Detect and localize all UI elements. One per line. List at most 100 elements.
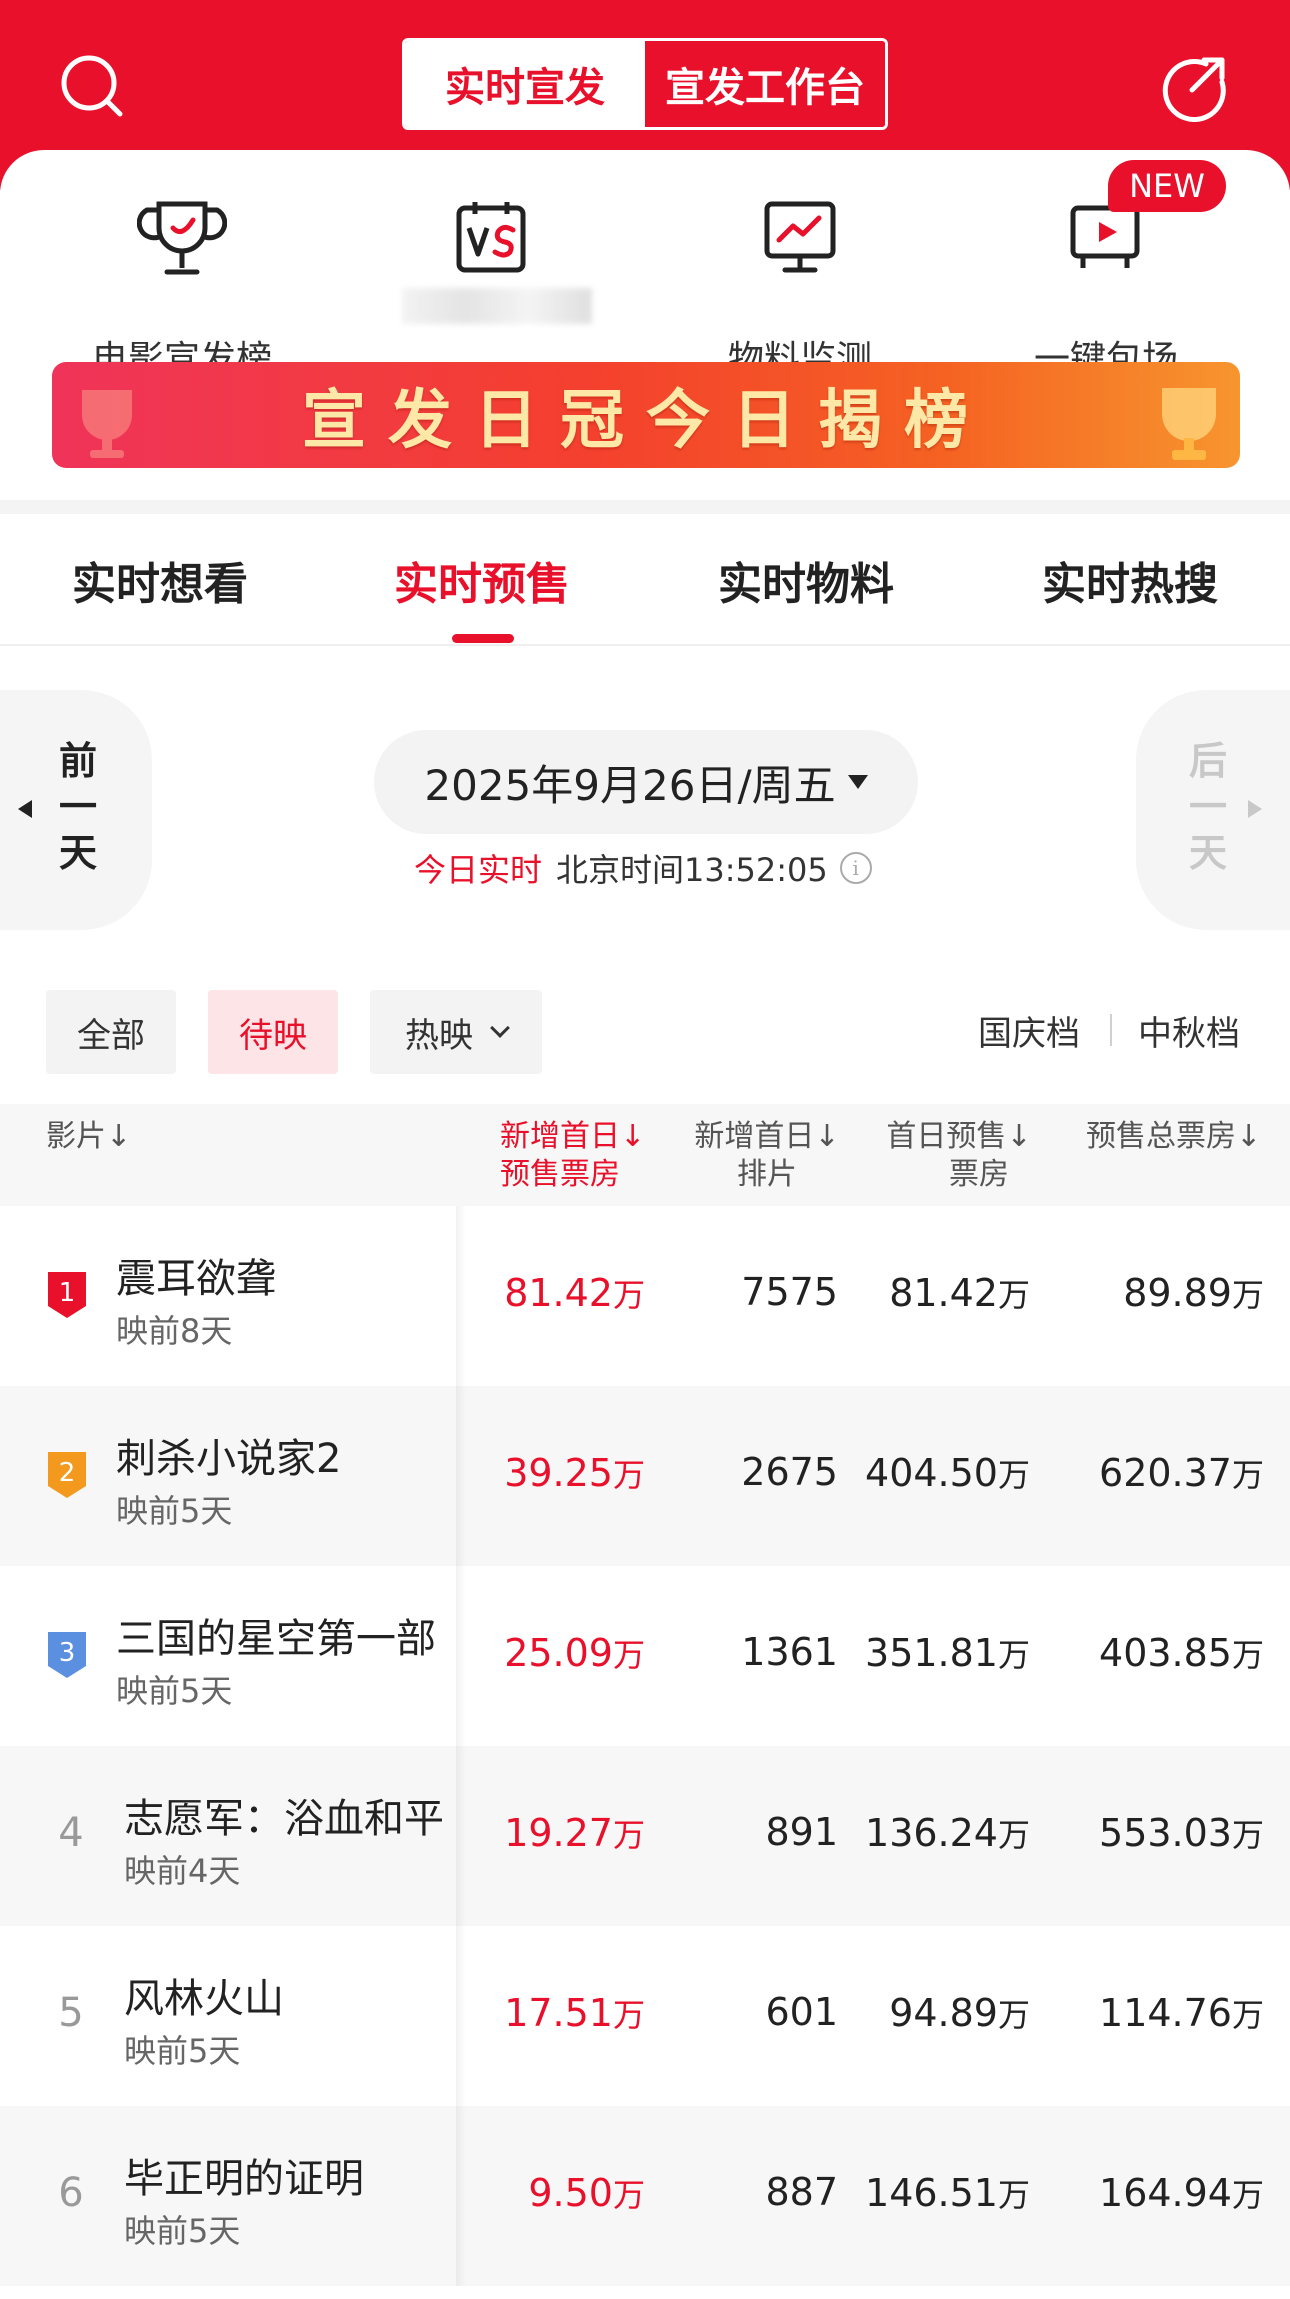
table-row[interactable]: 6 毕正明的证明 映前5天 9.50万 887 146.51万 164.94万 <box>0 2106 1290 2286</box>
prev-day-label: 前 一 天 <box>52 738 104 876</box>
filter-showing-label: 热映 <box>405 1015 473 1056</box>
header-first-day-presale[interactable]: 首日预售↓ 票房 <box>884 1118 1034 1194</box>
quick-entry-book-screening[interactable]: 一键包场 <box>976 198 1236 380</box>
cell-unit: 万 <box>1231 1456 1264 1494</box>
search-icon[interactable] <box>58 52 128 122</box>
mode-switch: 实时宣发 宣发工作台 <box>402 38 888 130</box>
cell-new-presale: 25.09万 <box>504 1630 645 1676</box>
header-new-presale[interactable]: 新增首日↓ 预售票房 <box>500 1118 645 1194</box>
header-line: 新增首日↓ <box>500 1119 646 1154</box>
trend-monitor-icon <box>755 198 845 278</box>
cell-screenings: 7575 <box>741 1270 838 1314</box>
cell-unit: 万 <box>997 1276 1030 1314</box>
cell-unit: 万 <box>997 1816 1030 1854</box>
svg-text:3: 3 <box>59 1638 76 1668</box>
cell-total: 403.85万 <box>1099 1630 1264 1676</box>
cell-total: 114.76万 <box>1099 1990 1264 2036</box>
cell-first-day: 404.50万 <box>865 1450 1030 1496</box>
left-arrow-icon <box>18 800 32 818</box>
film-title[interactable]: 志愿军：浴血和平 <box>124 1786 444 1844</box>
tab-bar-border <box>0 644 1290 646</box>
cell-unit: 万 <box>612 1276 645 1314</box>
days-before-release: 映前5天 <box>116 1492 233 1530</box>
film-title[interactable]: 毕正明的证明 <box>124 2146 364 2204</box>
info-icon[interactable]: i <box>839 852 872 884</box>
cell-first-day: 81.42万 <box>889 1270 1030 1316</box>
filter-upcoming[interactable]: 待映 <box>208 990 338 1074</box>
season-national-day[interactable]: 国庆档 <box>978 1006 1080 1055</box>
quick-entry-material-monitor[interactable]: 物料监测 <box>670 198 930 380</box>
film-title[interactable]: 震耳欲聋 <box>116 1246 276 1304</box>
filter-showing-dropdown[interactable]: 热映 <box>370 990 542 1074</box>
prev-day-char: 天 <box>58 831 97 875</box>
season-mid-autumn[interactable]: 中秋档 <box>1138 1006 1240 1055</box>
cell-unit: 万 <box>997 1996 1030 2034</box>
table-row[interactable]: 2 刺杀小说家2 映前5天 39.25万 2675 404.50万 620.37万 <box>0 1386 1290 1566</box>
cell-new-presale: 9.50万 <box>528 2170 645 2216</box>
rank-number: 5 <box>58 1990 84 2036</box>
right-arrow-icon <box>1248 800 1262 818</box>
cell-unit: 万 <box>1231 1996 1264 2034</box>
cell-first-day: 351.81万 <box>865 1630 1030 1676</box>
mode-tab-workbench[interactable]: 宣发工作台 <box>645 41 885 127</box>
next-day-button[interactable]: 后 一 天 <box>1136 690 1290 930</box>
tab-realtime-material[interactable]: 实时物料 <box>686 548 926 610</box>
header-line: 预售票房 <box>500 1157 620 1192</box>
share-icon[interactable] <box>1160 52 1230 122</box>
header-new-screenings[interactable]: 新增首日↓ 排片 <box>692 1118 842 1194</box>
column-shadow <box>456 1746 466 1926</box>
cell-value: 887 <box>765 2170 838 2214</box>
prev-day-char: 前 <box>58 739 97 783</box>
quick-entry-film-rank[interactable]: 电影宣发榜 <box>52 198 312 380</box>
header-line: 首日预售↓ <box>886 1119 1032 1154</box>
realtime-status: 今日实时 北京时间13:52:05 i <box>414 848 872 889</box>
rank-number: 6 <box>58 2170 84 2216</box>
tab-realtime-hotsearch[interactable]: 实时热搜 <box>1010 548 1250 610</box>
cell-first-day: 94.89万 <box>889 1990 1030 2036</box>
table-row[interactable]: 5 风林火山 映前5天 17.51万 601 94.89万 114.76万 <box>0 1926 1290 2106</box>
film-title[interactable]: 风林火山 <box>124 1966 284 2024</box>
days-before-release: 映前8天 <box>116 1312 233 1350</box>
cell-total: 553.03万 <box>1099 1810 1264 1856</box>
cell-unit: 万 <box>1231 1816 1264 1854</box>
promo-banner[interactable]: 宣发日冠今日揭榜 <box>52 362 1240 468</box>
filter-all[interactable]: 全部 <box>46 990 176 1074</box>
season-divider <box>1110 1014 1112 1046</box>
tab-realtime-want[interactable]: 实时想看 <box>40 548 280 610</box>
chevron-down-icon <box>490 1018 510 1038</box>
vs-icon <box>447 198 537 278</box>
cell-total: 164.94万 <box>1099 2170 1264 2216</box>
trophy-icon <box>136 198 228 278</box>
header-total-presale[interactable]: 预售总票房↓ <box>1086 1118 1261 1156</box>
blurred-label <box>402 288 592 324</box>
realtime-label: 今日实时 <box>414 851 543 889</box>
film-title[interactable]: 刺杀小说家2 <box>116 1426 341 1484</box>
rank-badge-icon: 1 <box>44 1268 90 1322</box>
new-badge: NEW <box>1108 160 1226 212</box>
days-before-release: 映前5天 <box>116 1672 233 1710</box>
cell-value: 164.94 <box>1099 2171 1232 2215</box>
cell-screenings: 887 <box>765 2170 838 2214</box>
table-row[interactable]: 4 志愿军：浴血和平 映前4天 19.27万 891 136.24万 553.03万 <box>0 1746 1290 1926</box>
header-line: 新增首日↓ <box>694 1119 840 1154</box>
cell-value: 403.85 <box>1099 1631 1232 1675</box>
cell-value: 81.42 <box>889 1271 998 1315</box>
cell-screenings: 2675 <box>741 1450 838 1494</box>
cell-unit: 万 <box>1231 1276 1264 1314</box>
film-title[interactable]: 三国的星空第一部 <box>116 1606 436 1664</box>
tab-realtime-presale[interactable]: 实时预售 <box>362 548 602 610</box>
prev-day-button[interactable]: 前 一 天 <box>0 690 152 930</box>
cell-new-presale: 19.27万 <box>504 1810 645 1856</box>
svg-text:2: 2 <box>59 1458 76 1488</box>
header-film[interactable]: 影片↓ <box>46 1118 131 1156</box>
next-day-char: 一 <box>1188 785 1227 829</box>
cell-value: 404.50 <box>865 1451 998 1495</box>
mode-tab-realtime[interactable]: 实时宣发 <box>405 41 645 127</box>
table-row[interactable]: 3 三国的星空第一部 映前5天 25.09万 1361 351.81万 403.85万 <box>0 1566 1290 1746</box>
table-row[interactable]: 1 震耳欲聋 映前8天 81.42万 7575 81.42万 89.89万 <box>0 1206 1290 1386</box>
next-day-char: 天 <box>1188 831 1227 875</box>
column-shadow <box>456 1386 466 1566</box>
days-before-release: 映前5天 <box>124 2212 241 2250</box>
active-tab-indicator <box>452 634 514 643</box>
date-picker[interactable]: 2025年9月26日/周五 <box>374 730 918 834</box>
